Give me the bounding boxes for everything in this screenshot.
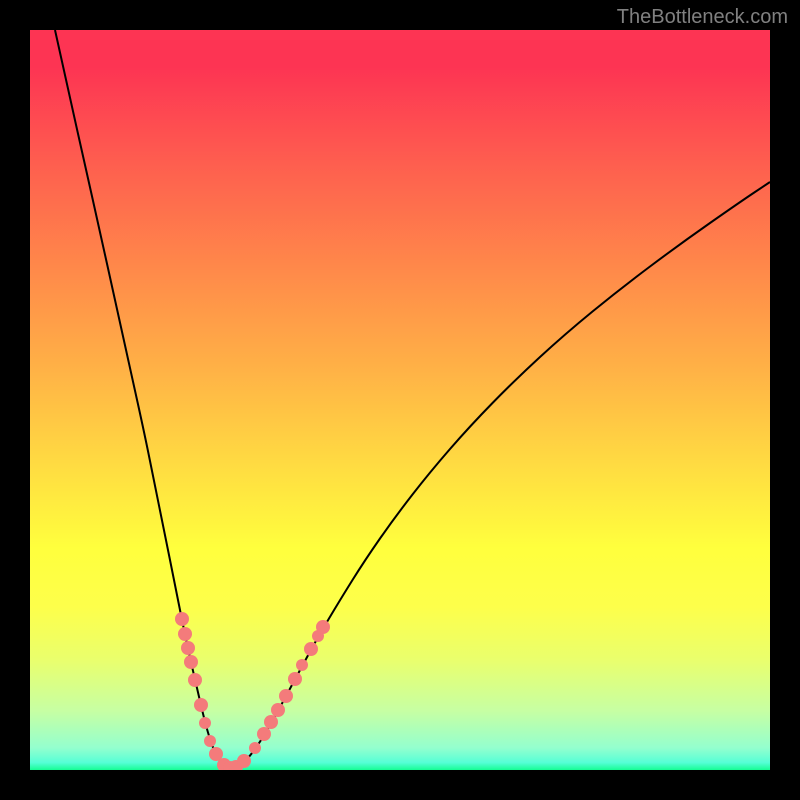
marker-dot [199,717,211,729]
marker-dot [264,715,278,729]
marker-dot [194,698,208,712]
marker-dot [271,703,285,717]
marker-dot [288,672,302,686]
right-curve-line [230,182,770,769]
marker-dot [178,627,192,641]
chart-svg [30,30,770,770]
marker-dot [181,641,195,655]
marker-dot [249,742,261,754]
marker-dot [304,642,318,656]
watermark-text: TheBottleneck.com [617,6,788,29]
chart-plot-area [30,30,770,770]
left-curve-line [55,30,230,769]
marker-dot [188,673,202,687]
marker-dot [184,655,198,669]
marker-dot [257,727,271,741]
marker-dot [175,612,189,626]
marker-dot [279,689,293,703]
marker-dot [237,754,251,768]
marker-dot [204,735,216,747]
marker-dot [316,620,330,634]
marker-dot [296,659,308,671]
